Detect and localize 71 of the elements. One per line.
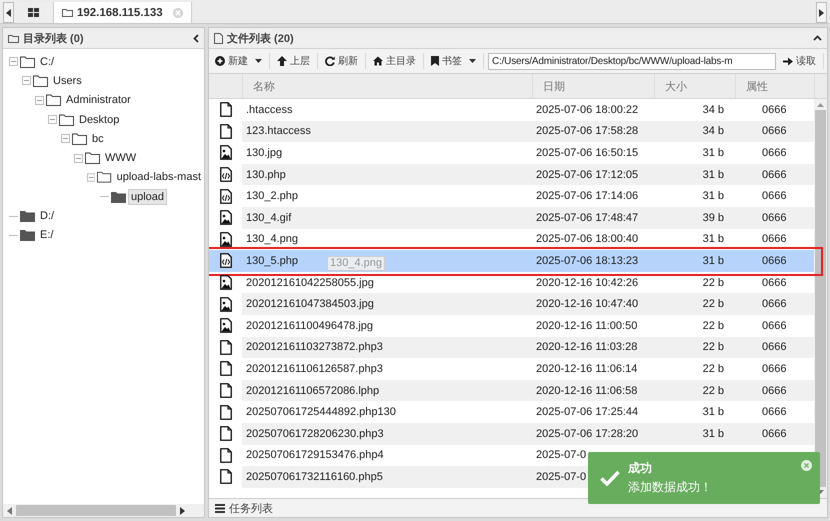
file-permissions: 0666 — [761, 189, 788, 204]
file-permissions: 0666 — [735, 380, 814, 402]
file-name: 202012161106572086.lphp — [246, 384, 380, 397]
file-permissions: 0666 — [735, 120, 814, 142]
file-date: 2025-07-06 18:13:23 — [535, 254, 640, 269]
file-size: 34 b — [654, 120, 735, 142]
file-date: 2025-07-06 16:50:15 — [535, 146, 640, 161]
file-size: 22 b — [702, 318, 725, 334]
file-permissions: 0666 — [761, 102, 788, 118]
file-permissions: 0666 — [761, 232, 788, 248]
file-name: 130_4.gif — [246, 212, 292, 224]
file-size: 22 b — [702, 276, 725, 291]
file-size: 31 b — [702, 232, 725, 248]
file-name: 202012161042258055.jpg — [246, 276, 374, 289]
file-name: 123.htaccess — [246, 125, 311, 138]
file-name: 130_4.png — [246, 233, 298, 246]
file-name: .htaccess — [246, 104, 292, 116]
file-date: 2020-12-16 11:00:50 — [535, 318, 638, 334]
file-date: 2025-07-06 17:48:47 — [532, 206, 654, 229]
panel-title: 目录列表 (0) — [23, 32, 84, 46]
file-date: 2025-07-06 17:12:05 — [532, 164, 654, 186]
file-date: 2020-12-16 10:42:26 — [535, 276, 640, 291]
file-date: 2025-07-06 18:00:40 — [535, 232, 640, 248]
file-permissions: 0666 — [735, 293, 814, 315]
file-name: 202507061728206230.php3 — [246, 428, 384, 440]
file-name: 202012161106126587.php3 — [246, 362, 383, 375]
file-name: 130.php — [246, 168, 286, 181]
file-name: 202012161100496478.jpg — [246, 320, 374, 332]
file-date: 2025-07-06 18:00:22 — [535, 102, 640, 118]
file-name: 202507061725444892.php130 — [246, 406, 396, 418]
file-date: 2025-07-06 17:25:44 — [535, 405, 640, 420]
file-size: 31 b — [702, 254, 725, 269]
file-permissions: 0666 — [761, 254, 788, 269]
task-list-title: 任务列表 — [229, 502, 273, 516]
file-date: 2020-12-16 11:06:58 — [532, 380, 654, 402]
file-permissions: 0666 — [735, 206, 814, 229]
file-permissions: 0666 — [761, 276, 788, 291]
file-name: 130_2.php — [246, 190, 298, 202]
drag-label: 130_4.png — [327, 256, 385, 272]
file-date: 2025-07-0 — [535, 448, 588, 464]
file-date: 2020-12-16 11:06:14 — [535, 362, 638, 377]
file-size: 31 b — [702, 189, 725, 204]
file-name: 202012161103273872.php3 — [246, 341, 383, 354]
file-size: 39 b — [654, 206, 735, 229]
file-size: 31 b — [654, 164, 735, 186]
file-size: 22 b — [654, 380, 735, 402]
file-permissions: 0666 — [735, 164, 814, 186]
file-size: 31 b — [702, 405, 725, 420]
file-name: 202507061732116160.php5 — [246, 470, 383, 483]
file-name: 202012161047384503.jpg — [246, 298, 374, 310]
file-date: 2020-12-16 10:47:40 — [532, 293, 654, 315]
file-date: 2025-07-06 17:58:28 — [532, 120, 654, 142]
file-date: 2025-07-06 17:14:06 — [535, 189, 640, 204]
file-size: 31 b — [702, 146, 725, 161]
file-date: 2025-07-06 17:28:20 — [532, 422, 654, 444]
file-permissions: 0666 — [735, 422, 814, 444]
file-permissions: 0666 — [761, 405, 788, 420]
file-permissions: 0666 — [761, 318, 788, 334]
file-size: 22 b — [654, 293, 735, 315]
file-size: 22 b — [702, 362, 725, 377]
file-name: 130_5.php — [246, 254, 298, 267]
file-name: 202507061729153476.php4 — [246, 449, 384, 462]
panel-title: 文件列表 (20) — [227, 32, 295, 46]
file-permissions: 0666 — [761, 362, 788, 377]
file-size: 31 b — [654, 422, 735, 444]
file-permissions: 0666 — [735, 336, 814, 358]
file-name: 130.jpg — [246, 146, 282, 159]
file-size: 22 b — [654, 336, 735, 358]
file-permissions: 0666 — [761, 146, 788, 161]
file-date: 2020-12-16 11:03:28 — [532, 336, 654, 358]
file-size: 34 b — [702, 102, 725, 118]
